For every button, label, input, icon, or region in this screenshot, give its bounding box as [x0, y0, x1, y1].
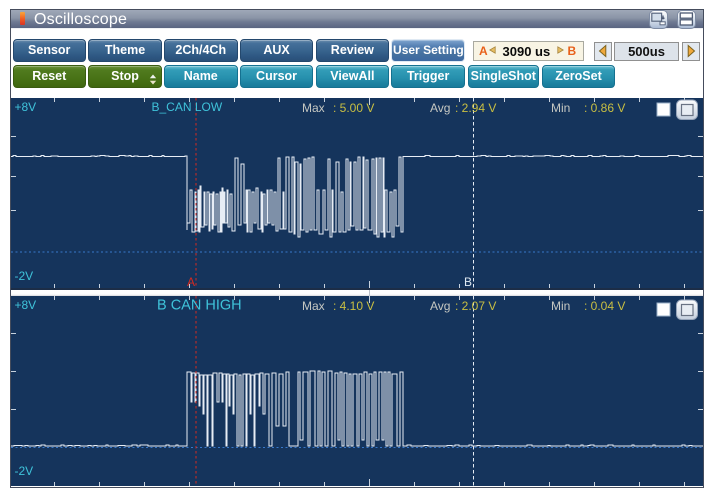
svg-text:Max: Max [302, 299, 325, 313]
svg-text:Avg: Avg [430, 299, 450, 313]
svg-text:: 5.00 V: : 5.00 V [333, 101, 374, 115]
svg-text:Min: Min [551, 101, 570, 115]
svg-text:Max: Max [302, 101, 325, 115]
svg-text:-2V: -2V [15, 269, 34, 283]
svg-text:A: A [187, 275, 195, 288]
svg-text:+8V: +8V [15, 100, 37, 114]
svg-text:: 2.94 V: : 2.94 V [455, 101, 496, 115]
svg-text:B_CAN LOW: B_CAN LOW [152, 100, 223, 114]
svg-text:+8V: +8V [15, 298, 37, 312]
svg-text:: 2.07 V: : 2.07 V [455, 299, 496, 313]
svg-text:: 0.86 V: : 0.86 V [584, 101, 625, 115]
svg-text:Avg: Avg [430, 101, 450, 115]
svg-text:: 0.04 V: : 0.04 V [584, 299, 625, 313]
svg-text:B CAN HIGH: B CAN HIGH [157, 298, 242, 314]
svg-text:: 4.10 V: : 4.10 V [333, 299, 374, 313]
svg-text:-2V: -2V [15, 464, 34, 478]
svg-text:B: B [464, 275, 472, 288]
svg-text:Min: Min [551, 299, 570, 313]
